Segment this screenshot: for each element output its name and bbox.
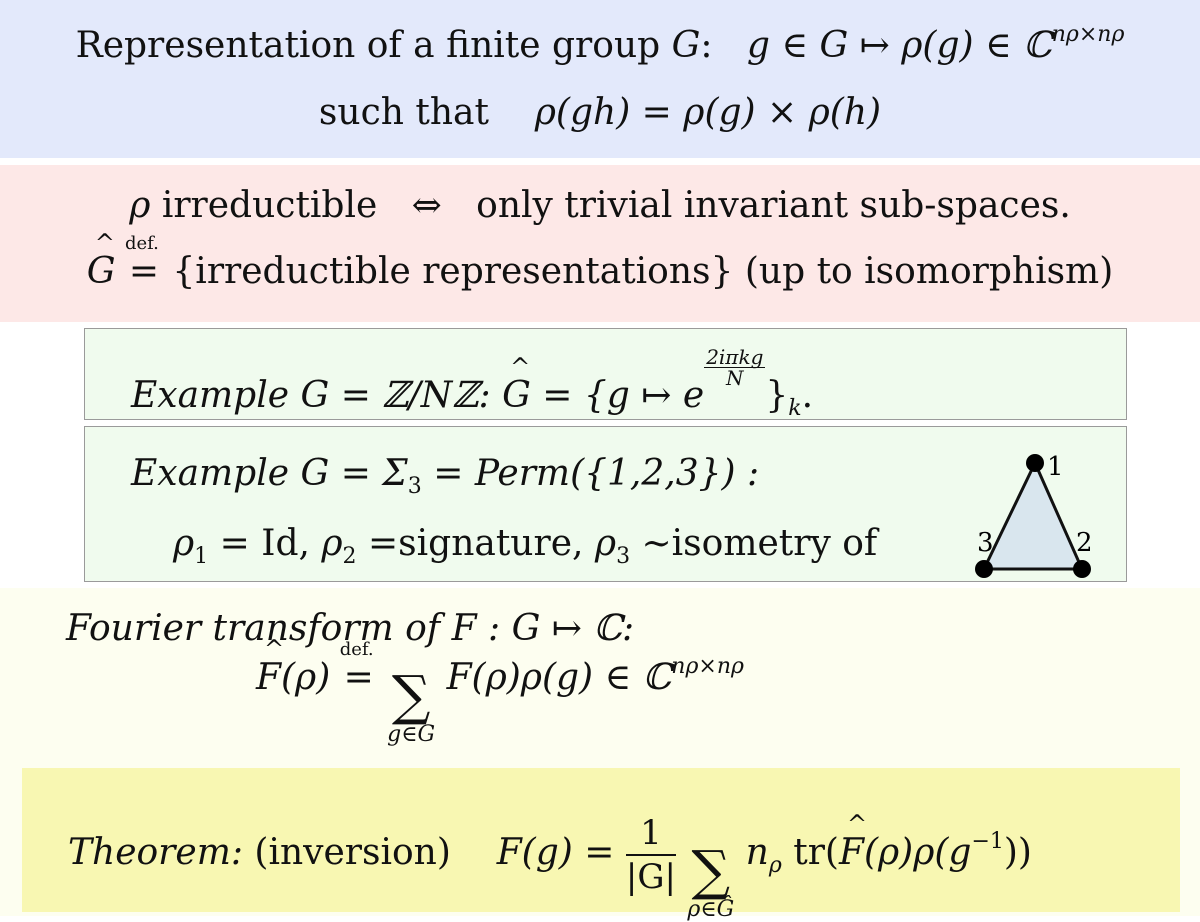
math: ρ: [173, 523, 195, 564]
math: (ρ): [280, 657, 331, 698]
example-label: Example: [131, 453, 290, 494]
math: ρ: [321, 523, 343, 564]
irreducible-definition: ρ irreductible ⇔ only trivial invariant …: [0, 185, 1200, 226]
numerator: 1: [625, 812, 676, 856]
fourier-title: Fourier transform of F : G ↦ ℂ:: [0, 608, 1200, 649]
sum: ∑ ρ∈Ĝ: [687, 844, 735, 922]
math: F(g) =: [496, 832, 626, 873]
sum-limit: ρ∈Ĝ: [687, 897, 735, 922]
sum-limit: g∈G: [387, 722, 436, 747]
def-equals: def. =: [340, 639, 376, 698]
math: )): [1003, 832, 1032, 873]
example-cyclic: Example G = ℤ/Nℤ: G = {g ↦ e2iπkgN}k.: [85, 347, 1172, 421]
math: G: [671, 25, 701, 66]
math-subscript: 3: [616, 544, 631, 569]
text: irreductible: [150, 185, 378, 226]
inversion-theorem: Theorem: (inversion) F(g) = 1 |G| ∑ ρ∈Ĝ nρ…: [22, 810, 1200, 922]
text: :: [700, 25, 713, 66]
vertex-1: [1026, 454, 1044, 472]
math-subscript: k: [788, 396, 802, 421]
math: = Perm({1,2,3}) :: [421, 453, 760, 494]
math: tr(: [781, 832, 839, 873]
text: = Id,: [208, 523, 322, 564]
example-cyclic-box: Example G = ℤ/Nℤ: G = {g ↦ e2iπkgN}k.: [84, 328, 1127, 421]
math: F: [839, 810, 867, 873]
math: F(ρ)ρ(g) ∈ ℂ: [446, 657, 672, 698]
math-exponent: nρ×nρ: [671, 654, 744, 679]
math: }: [765, 375, 789, 416]
dual-group-definition: G def.= {irreductible representations} (…: [0, 229, 1200, 292]
text: (inversion): [254, 832, 451, 873]
fourier-definition: F(ρ) def.= ∑g∈G F(ρ)ρ(g) ∈ ℂnρ×nρ: [0, 635, 1200, 747]
math: F: [256, 635, 284, 698]
vertex-label-1: 1: [1047, 452, 1064, 482]
definition-band: Representation of a finite group G: g ∈ …: [0, 0, 1200, 158]
example-label: Example: [131, 375, 290, 416]
denominator: N: [726, 366, 744, 390]
math: .: [801, 375, 814, 416]
iff-symbol: ⇔: [411, 185, 442, 226]
math: = {g ↦ e: [530, 375, 705, 416]
vertex-2: [1073, 560, 1091, 578]
math-exponent: −1: [971, 829, 1004, 854]
theorem-label: Theorem:: [68, 832, 243, 873]
numerator: 2iπkg: [704, 345, 766, 369]
def-label: def.: [339, 639, 374, 660]
text: Representation of a finite group: [75, 25, 672, 66]
math: ρ: [594, 523, 617, 564]
example-symmetric-box: Example G = Σ3 = Perm({1,2,3}) : ρ1 = Id…: [84, 426, 1127, 582]
sum-symbol: ∑: [691, 839, 731, 902]
rep-2: ρ2 =signature,: [321, 523, 595, 569]
homomorphism-property: such that ρ(gh) = ρ(g) × ρ(h): [0, 92, 1200, 133]
math-exponent: nρ×nρ: [1051, 22, 1125, 47]
rep-3: ρ3 ∼isometry of: [594, 523, 878, 569]
text: =signature,: [356, 523, 595, 564]
math: (ρ)ρ(g: [863, 832, 972, 873]
denominator: |G|: [625, 857, 676, 897]
vertex-3: [975, 560, 993, 578]
text: {irreductible representations} (up to is…: [172, 251, 1114, 292]
vertex-label-3: 3: [977, 528, 994, 558]
equals: =: [128, 251, 160, 292]
text: only trivial invariant sub-spaces.: [476, 185, 1071, 226]
math: ρ(gh) = ρ(g) × ρ(h): [534, 92, 882, 133]
irreducible-band: ρ irreductible ⇔ only trivial invariant …: [0, 165, 1200, 322]
theorem-band: Theorem: (inversion) F(g) = 1 |G| ∑ ρ∈Ĝ nρ…: [22, 768, 1180, 922]
vertex-label-2: 2: [1076, 528, 1093, 558]
math: G = Σ: [289, 453, 408, 494]
math: ρ: [129, 185, 151, 226]
triangle: [981, 459, 1085, 571]
math-subscript: 3: [407, 474, 422, 499]
math-subscript: ρ: [768, 853, 782, 878]
text: ∼isometry of: [630, 523, 878, 564]
text: such that: [318, 92, 489, 133]
def-equals: def. =: [125, 233, 161, 292]
exponent-fraction: 2iπkg N: [704, 345, 766, 390]
math: G: [502, 353, 531, 416]
math: n: [745, 832, 769, 873]
math: G = ℤ/Nℤ:: [289, 375, 503, 416]
math-subscript: 1: [194, 544, 209, 569]
def-label: def.: [124, 233, 159, 254]
math-subscript: 2: [342, 544, 357, 569]
rep-1: ρ1 = Id,: [173, 523, 322, 569]
triangle-diagram: 1 2 3: [975, 452, 1093, 578]
representation-definition: Representation of a finite group G: g ∈ …: [0, 22, 1200, 66]
fraction: 1 |G|: [625, 812, 676, 898]
sum: ∑ g∈G: [387, 669, 436, 747]
math: G: [87, 229, 116, 292]
math: g ∈ G ↦ ρ(g) ∈ ℂ: [746, 25, 1052, 66]
equals: =: [343, 657, 374, 698]
sum-symbol: ∑: [391, 664, 431, 727]
